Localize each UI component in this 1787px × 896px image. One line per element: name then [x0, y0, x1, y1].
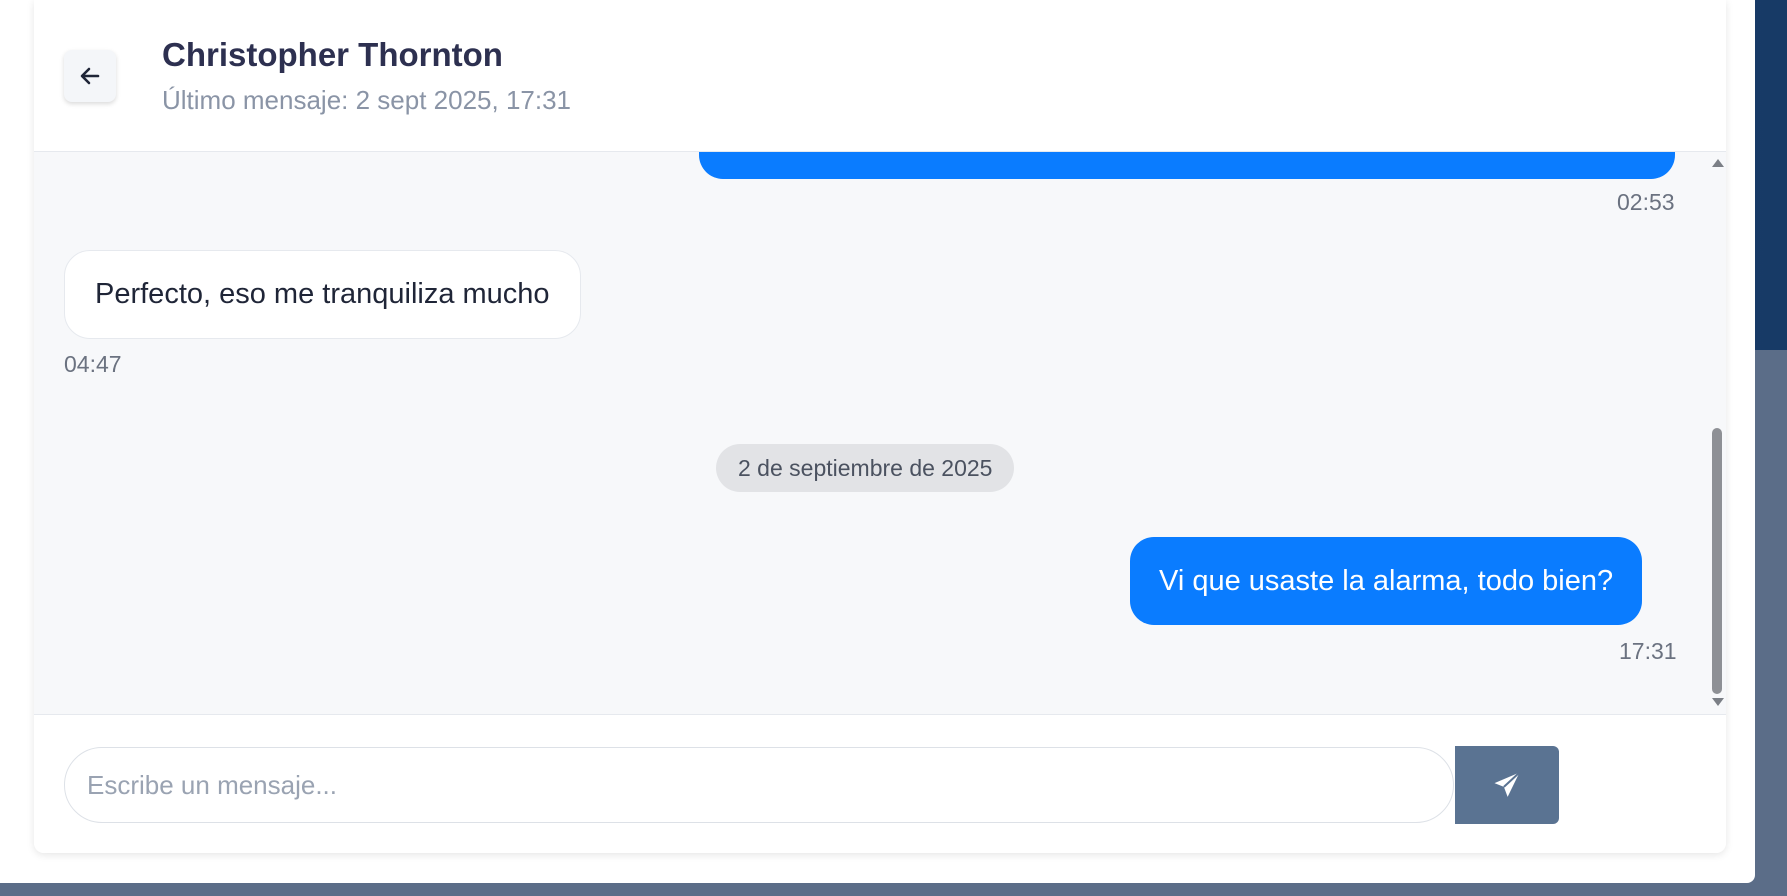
- arrow-left-icon: [80, 67, 100, 85]
- scroll-down-arrow-icon[interactable]: [1712, 698, 1724, 706]
- message-input[interactable]: [64, 747, 1454, 823]
- last-message-timestamp: Último mensaje: 2 sept 2025, 17:31: [162, 85, 572, 115]
- message-time: 17:31: [1619, 638, 1677, 664]
- message-bubble-outgoing: Vi que usaste la alarma, todo bien?: [1130, 537, 1643, 625]
- scrollbar-thumb[interactable]: [1712, 428, 1722, 694]
- send-button[interactable]: [1455, 746, 1559, 824]
- scroll-up-arrow-icon[interactable]: [1712, 159, 1724, 167]
- date-separator: 2 de septiembre de 2025: [716, 444, 1015, 492]
- app-frame: Christopher Thornton Último mensaje: 2 s…: [0, 0, 1755, 883]
- message-time: 02:53: [1617, 189, 1675, 215]
- message-thread[interactable]: 02:53 Perfecto, eso me tranquiliza mucho…: [34, 151, 1726, 714]
- back-button[interactable]: [64, 50, 116, 102]
- thread-scrollbar[interactable]: [1708, 151, 1726, 714]
- chat-window: Christopher Thornton Último mensaje: 2 s…: [34, 0, 1726, 853]
- message-bubble-incoming: Perfecto, eso me tranquiliza mucho: [64, 250, 581, 339]
- chat-header: Christopher Thornton Último mensaje: 2 s…: [34, 0, 1726, 152]
- contact-name: Christopher Thornton: [162, 36, 503, 73]
- message-time: 04:47: [64, 351, 122, 377]
- paper-plane-icon: [1494, 771, 1521, 797]
- message-composer: [34, 714, 1726, 853]
- message-bubble-outgoing: [699, 151, 1675, 179]
